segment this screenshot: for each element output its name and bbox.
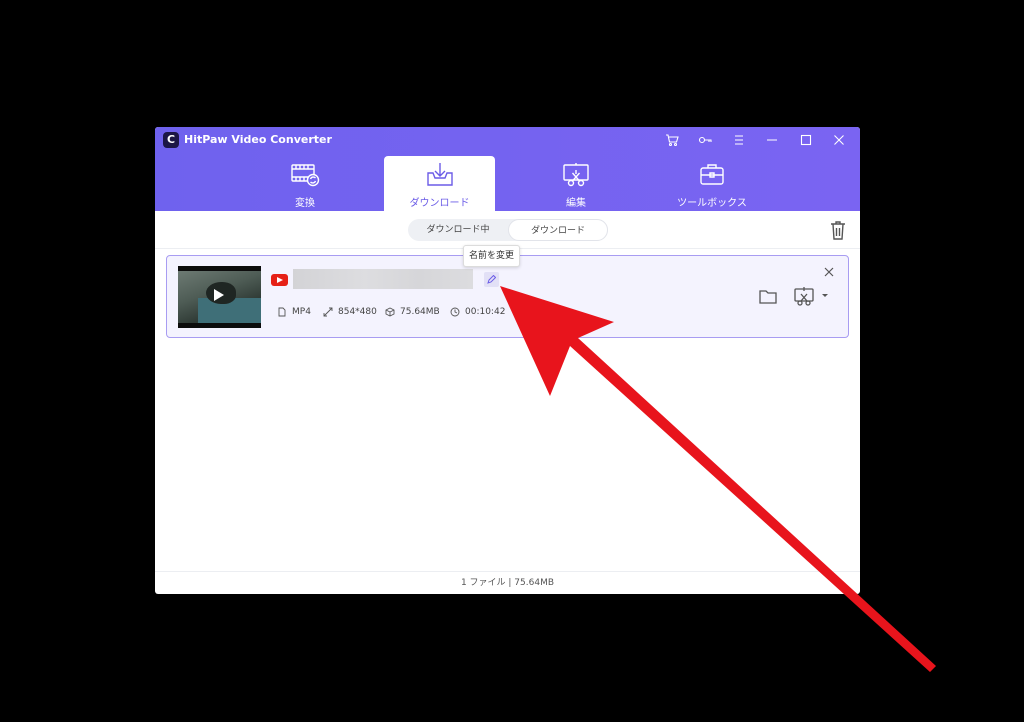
download-item[interactable]: MP4 854*480 75.64MB 00:10:42: [166, 255, 849, 338]
tab-download[interactable]: ダウンロード: [384, 156, 495, 211]
meta-size: 75.64MB: [385, 305, 440, 319]
film-convert-icon: [291, 164, 320, 187]
video-thumbnail[interactable]: [178, 266, 261, 328]
subtab-downloaded[interactable]: ダウンロード: [508, 219, 608, 241]
tab-convert[interactable]: 変換: [250, 156, 360, 211]
meta-format: MP4: [277, 305, 311, 319]
tab-label: ダウンロード: [409, 198, 470, 209]
key-icon[interactable]: [694, 130, 716, 150]
status-footer: 1 ファイル | 75.64MB: [460, 578, 555, 588]
header: C HitPaw Video Converter 変換 ダウンロード 編集 ツー…: [155, 127, 860, 211]
duration-value: 00:10:42: [465, 307, 506, 317]
pencil-icon: [487, 275, 496, 284]
app-title: HitPaw Video Converter: [184, 133, 332, 146]
cart-icon[interactable]: [661, 130, 683, 150]
maximize-icon[interactable]: [795, 130, 817, 150]
youtube-icon: [271, 274, 288, 286]
edit-dropdown-icon[interactable]: [794, 286, 830, 306]
resolution-value: 854*480: [338, 307, 377, 317]
title-bar: C HitPaw Video Converter: [155, 127, 860, 154]
app-window: C HitPaw Video Converter 変換 ダウンロード 編集 ツー…: [155, 127, 860, 594]
tab-label: ツールボックス: [677, 198, 747, 209]
tab-edit[interactable]: 編集: [521, 156, 631, 211]
tab-toolbox[interactable]: ツールボックス: [657, 156, 767, 211]
clock-icon: [450, 307, 460, 317]
tab-label: 変換: [295, 198, 315, 209]
remove-item-icon[interactable]: [823, 266, 835, 278]
app-logo: C: [163, 132, 179, 148]
menu-icon[interactable]: [728, 130, 750, 150]
minimize-icon[interactable]: [761, 130, 783, 150]
close-icon[interactable]: [828, 130, 850, 150]
format-value: MP4: [292, 307, 311, 317]
size-value: 75.64MB: [400, 307, 440, 317]
meta-duration: 00:10:42: [450, 305, 505, 319]
toolbox-icon: [700, 164, 724, 185]
scissors-edit-icon: [563, 163, 589, 187]
download-subtabs: ダウンロード中 ダウンロード: [408, 219, 608, 241]
video-title-blurred: [293, 269, 473, 289]
play-icon[interactable]: [214, 289, 224, 301]
box-icon: [385, 307, 395, 317]
trash-icon[interactable]: [829, 220, 847, 240]
download-tray-icon: [426, 163, 453, 186]
folder-icon[interactable]: [759, 289, 777, 304]
file-icon: [278, 307, 286, 317]
resize-icon: [323, 307, 333, 317]
tab-label: 編集: [566, 198, 586, 209]
subtab-downloading[interactable]: ダウンロード中: [408, 219, 508, 241]
meta-resolution: 854*480: [323, 305, 377, 319]
rename-button[interactable]: [484, 272, 499, 287]
rename-tooltip: 名前を変更: [463, 245, 520, 267]
